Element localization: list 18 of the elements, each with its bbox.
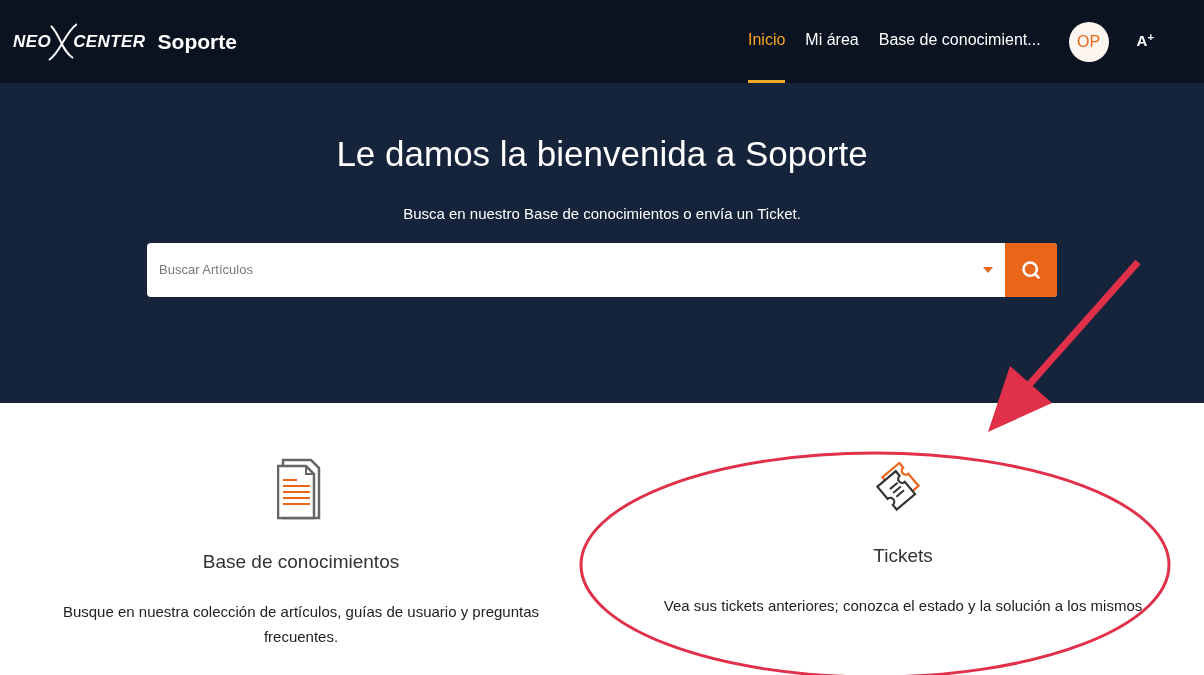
hero-subtitle: Busca en nuestro Base de conocimientos o envía un Ticket. [403,203,801,224]
caret-icon [983,267,993,273]
hero-title: Le damos la bienvenida a Soporte [336,133,868,175]
search-bar[interactable]: Buscar Artículos [147,243,1057,297]
brand-name: Soporte [157,28,237,55]
search-icon [1021,260,1041,280]
search-field[interactable]: Buscar Artículos [147,260,983,280]
card-title[interactable]: Base de conocimientos [202,548,400,577]
search-button[interactable] [1005,243,1057,297]
card-description: Vea sus tickets anteriores; conozca el estado y la solución a los mismos [663,595,1143,616]
feature-card[interactable]: Tickets Vea sus tickets anteriores; conozca el estado y la solución a los mismos [602,458,1204,649]
logo: NEO CENTER [13,21,146,62]
feature-card[interactable]: Base de conocimientos Busque en nuestra colección de artículos, guías de usuario y preguntas frecuentes. [0,458,602,649]
card-description: Busque en nuestra colección de artículos, guías de usuario y preguntas frecuentes. [61,601,541,647]
card-title[interactable]: Tickets [873,542,933,571]
font-size-button[interactable]: A$^{+}$ [1136,30,1154,53]
nav-link[interactable]: Base de conocimient... [878,0,1041,83]
nav-link[interactable]: Mi área [805,0,859,83]
